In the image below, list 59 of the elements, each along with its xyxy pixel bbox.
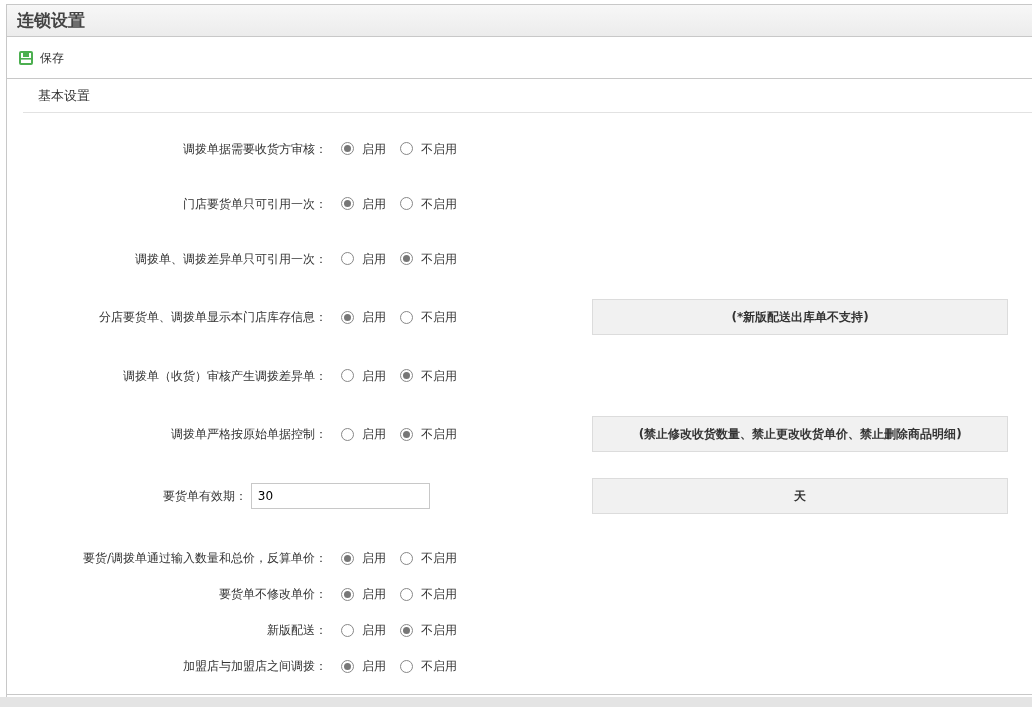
radio-button[interactable] — [341, 587, 354, 601]
note-panel: (*新版配送出库单不支持) — [592, 299, 1008, 335]
radio-label: 不启用 — [421, 250, 457, 268]
setting-label: 要货单不修改单价： — [219, 586, 327, 603]
input-field[interactable]: 30 — [250, 483, 430, 509]
setting-label: 调拨单、调拨差异单只可引用一次： — [135, 250, 327, 268]
radio-button[interactable] — [341, 252, 354, 265]
radio-button[interactable] — [400, 142, 413, 155]
radio-button[interactable] — [341, 142, 354, 155]
radio-button[interactable] — [400, 197, 413, 210]
setting-label: 调拨单严格按原始单据控制： — [170, 426, 327, 443]
radio-label: 不启用 — [421, 586, 457, 603]
radio-button[interactable] — [341, 659, 354, 673]
radio-label: 启用 — [362, 586, 386, 603]
setting-label: 要货单有效期： — [162, 488, 247, 505]
radio-button[interactable] — [341, 551, 354, 565]
radio-button[interactable] — [340, 427, 354, 441]
radio-label: 不启用 — [420, 426, 457, 443]
radio-label: 启用 — [361, 309, 386, 326]
radio-button[interactable] — [399, 310, 413, 324]
radio-label: 启用 — [362, 658, 386, 675]
radio-button[interactable] — [341, 369, 354, 382]
setting-label: 要货/调拨单通过输入数量和总价，反算单价： — [82, 550, 327, 567]
setting-label: 加盟店与加盟店之间调拨： — [183, 658, 327, 675]
setting-label: 分店要货单、调拨单显示本门店库存信息： — [98, 309, 327, 326]
radio-button[interactable] — [400, 551, 413, 565]
radio-label: 启用 — [362, 250, 386, 268]
radio-label: 不启用 — [421, 622, 457, 639]
setting-label: 调拨单（收货）审核产生调拨差异单： — [123, 367, 327, 385]
radio-button[interactable] — [341, 623, 354, 637]
save-button[interactable]: 保存 — [18, 48, 64, 67]
radio-label: 不启用 — [421, 367, 457, 385]
setting-label: 门店要货单只可引用一次： — [183, 195, 327, 213]
radio-button[interactable] — [341, 197, 354, 210]
radio-label: 不启用 — [421, 658, 457, 675]
setting-label: 新版配送： — [267, 622, 327, 639]
radio-label: 启用 — [361, 426, 386, 443]
radio-label: 不启用 — [421, 550, 457, 567]
radio-label: 启用 — [362, 140, 386, 158]
radio-button[interactable] — [340, 310, 354, 324]
radio-label: 不启用 — [421, 140, 457, 158]
window-title: 连锁设置 — [17, 8, 85, 32]
radio-label: 不启用 — [421, 195, 457, 213]
save-icon — [18, 49, 34, 66]
radio-label: 启用 — [362, 367, 386, 385]
radio-label: 启用 — [362, 622, 386, 639]
radio-button[interactable] — [400, 369, 413, 382]
radio-label: 启用 — [362, 550, 386, 567]
radio-label: 启用 — [362, 195, 386, 213]
radio-button[interactable] — [399, 427, 413, 441]
radio-label: 不启用 — [420, 309, 457, 326]
section-title: 基本设置 — [38, 86, 90, 105]
radio-button[interactable] — [400, 659, 413, 673]
radio-button[interactable] — [400, 252, 413, 265]
setting-label: 调拨单据需要收货方审核： — [183, 140, 327, 158]
radio-button[interactable] — [400, 587, 413, 601]
note-panel: 天 — [592, 478, 1008, 514]
note-panel: (禁止修改收货数量、禁止更改收货单价、禁止删除商品明细) — [592, 416, 1008, 452]
radio-button[interactable] — [400, 623, 413, 637]
